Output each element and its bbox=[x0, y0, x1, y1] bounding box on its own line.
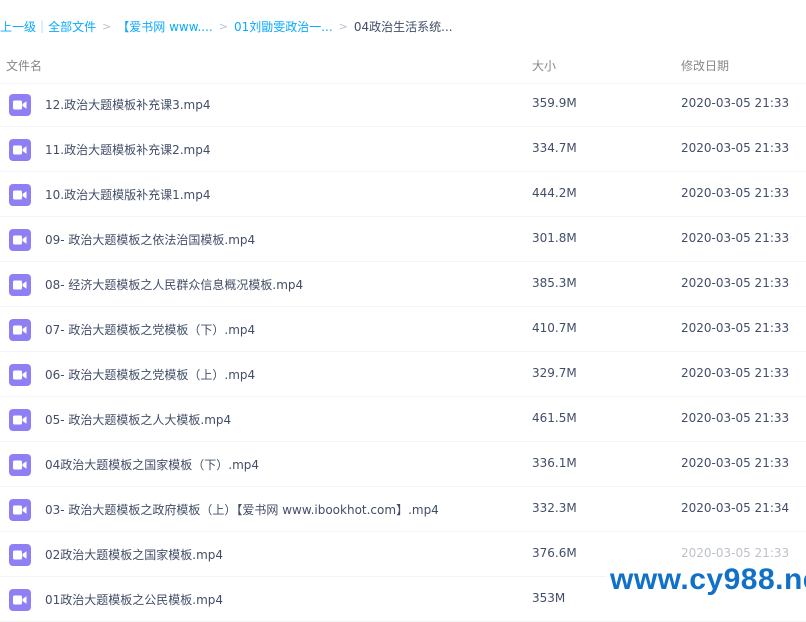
file-name[interactable]: 05- 政治大题模板之人大模板.mp4 bbox=[45, 411, 231, 428]
file-name[interactable]: 12.政治大题模板补充课3.mp4 bbox=[45, 96, 210, 113]
breadcrumb-separator: | bbox=[40, 19, 45, 33]
video-file-icon bbox=[9, 184, 31, 206]
file-row[interactable]: 05- 政治大题模板之人大模板.mp4 461.5M 2020-03-05 21:3… bbox=[0, 397, 806, 442]
file-name[interactable]: 04政治大题模板之国家模板（下）.mp4 bbox=[45, 456, 259, 473]
file-row[interactable]: 07- 政治大题模板之党模板（下）.mp4 410.7M 2020-03-05 21… bbox=[0, 307, 806, 352]
file-row[interactable]: 12.政治大题模板补充课3.mp4 359.9M 2020-03-05 21:33 bbox=[0, 82, 806, 127]
file-size: 329.7M bbox=[532, 366, 577, 380]
video-file-icon bbox=[9, 544, 31, 566]
file-modified-date: 2020-03-05 21:33 bbox=[681, 321, 790, 335]
chevron-right-icon: > bbox=[218, 19, 228, 33]
file-size: 353M bbox=[532, 591, 566, 605]
video-file-icon bbox=[9, 409, 31, 431]
file-list-header: 文件名 大小 修改日期 bbox=[0, 47, 806, 84]
video-file-icon bbox=[9, 274, 31, 296]
file-size: 359.9M bbox=[532, 96, 577, 110]
file-name[interactable]: 06- 政治大题模板之党模板（上）.mp4 bbox=[45, 366, 255, 383]
file-row[interactable]: 11.政治大题模板补充课2.mp4 334.7M 2020-03-05 21:33 bbox=[0, 127, 806, 172]
file-name[interactable]: 10.政治大题模版补充课1.mp4 bbox=[45, 186, 210, 203]
file-name[interactable]: 11.政治大题模板补充课2.mp4 bbox=[45, 141, 210, 158]
column-header-size[interactable]: 大小 bbox=[532, 57, 556, 74]
file-modified-date: 2020-03-05 21:33 bbox=[681, 366, 790, 380]
video-file-icon bbox=[9, 499, 31, 521]
file-modified-date: 2020-03-05 21:33 bbox=[681, 141, 790, 155]
watermark: www.cy988.net bbox=[606, 563, 806, 597]
file-modified-date: 2020-03-05 21:33 bbox=[681, 546, 790, 560]
file-row[interactable]: 09- 政治大题模板之依法治国模板.mp4 301.8M 2020-03-05 21… bbox=[0, 217, 806, 262]
file-row[interactable]: 04政治大题模板之国家模板（下）.mp4 336.1M 2020-03-05 21:… bbox=[0, 442, 806, 487]
file-modified-date: 2020-03-05 21:33 bbox=[681, 456, 790, 470]
file-row[interactable]: 03- 政治大题模板之政府模板（上）【爱书网 www.ibookhot.com】… bbox=[0, 487, 806, 532]
file-size: 334.7M bbox=[532, 141, 577, 155]
breadcrumb-all-files-link[interactable]: 全部文件 bbox=[48, 18, 96, 35]
file-size: 410.7M bbox=[532, 321, 577, 335]
column-header-date[interactable]: 修改日期 bbox=[681, 57, 729, 74]
file-size: 385.3M bbox=[532, 276, 577, 290]
file-name[interactable]: 03- 政治大题模板之政府模板（上）【爱书网 www.ibookhot.com】… bbox=[45, 501, 439, 518]
chevron-right-icon: > bbox=[102, 19, 112, 33]
video-file-icon bbox=[9, 454, 31, 476]
chevron-right-icon: > bbox=[338, 19, 348, 33]
video-file-icon bbox=[9, 229, 31, 251]
file-list: 12.政治大题模板补充课3.mp4 359.9M 2020-03-05 21:33 1… bbox=[0, 82, 806, 622]
file-size: 376.6M bbox=[532, 546, 577, 560]
column-header-name[interactable]: 文件名 bbox=[6, 57, 42, 74]
file-row[interactable]: 10.政治大题模版补充课1.mp4 444.2M 2020-03-05 21:33 bbox=[0, 172, 806, 217]
file-row[interactable]: 08- 经济大题模板之人民群众信息概况模板.mp4 385.3M 2020-03-0… bbox=[0, 262, 806, 307]
file-size: 444.2M bbox=[532, 186, 577, 200]
file-modified-date: 2020-03-05 21:33 bbox=[681, 186, 790, 200]
video-file-icon bbox=[9, 139, 31, 161]
video-file-icon bbox=[9, 319, 31, 341]
breadcrumb-item-1[interactable]: 【爱书网 www.... bbox=[117, 18, 212, 35]
video-file-icon bbox=[9, 94, 31, 116]
file-modified-date: 2020-03-05 21:33 bbox=[681, 276, 790, 290]
breadcrumb-current: 04政治生活系统... bbox=[353, 19, 453, 34]
file-modified-date: 2020-03-05 21:33 bbox=[681, 96, 790, 110]
file-size: 332.3M bbox=[532, 501, 577, 515]
breadcrumb-up-link[interactable]: 上一级 bbox=[0, 18, 36, 35]
breadcrumb-item-2[interactable]: 01刘勖雯政治一... bbox=[234, 18, 333, 35]
file-name[interactable]: 07- 政治大题模板之党模板（下）.mp4 bbox=[45, 321, 255, 338]
file-name[interactable]: 08- 经济大题模板之人民群众信息概况模板.mp4 bbox=[45, 276, 303, 293]
video-file-icon bbox=[9, 364, 31, 386]
video-file-icon bbox=[9, 589, 31, 611]
file-size: 301.8M bbox=[532, 231, 577, 245]
breadcrumb: 上一级 | 全部文件 > 【爱书网 www.... > 01刘勖雯政治一... … bbox=[0, 15, 453, 37]
file-modified-date: 2020-03-05 21:33 bbox=[681, 411, 790, 425]
file-modified-date: 2020-03-05 21:34 bbox=[681, 501, 790, 515]
file-modified-date: 2020-03-05 21:33 bbox=[681, 231, 790, 245]
file-row[interactable]: 06- 政治大题模板之党模板（上）.mp4 329.7M 2020-03-05 21… bbox=[0, 352, 806, 397]
file-size: 461.5M bbox=[532, 411, 577, 425]
file-name[interactable]: 02政治大题模板之国家模板.mp4 bbox=[45, 546, 223, 563]
file-name[interactable]: 01政治大题模板之公民模板.mp4 bbox=[45, 591, 223, 608]
top-divider bbox=[0, 0, 806, 4]
file-size: 336.1M bbox=[532, 456, 577, 470]
file-name[interactable]: 09- 政治大题模板之依法治国模板.mp4 bbox=[45, 231, 255, 248]
